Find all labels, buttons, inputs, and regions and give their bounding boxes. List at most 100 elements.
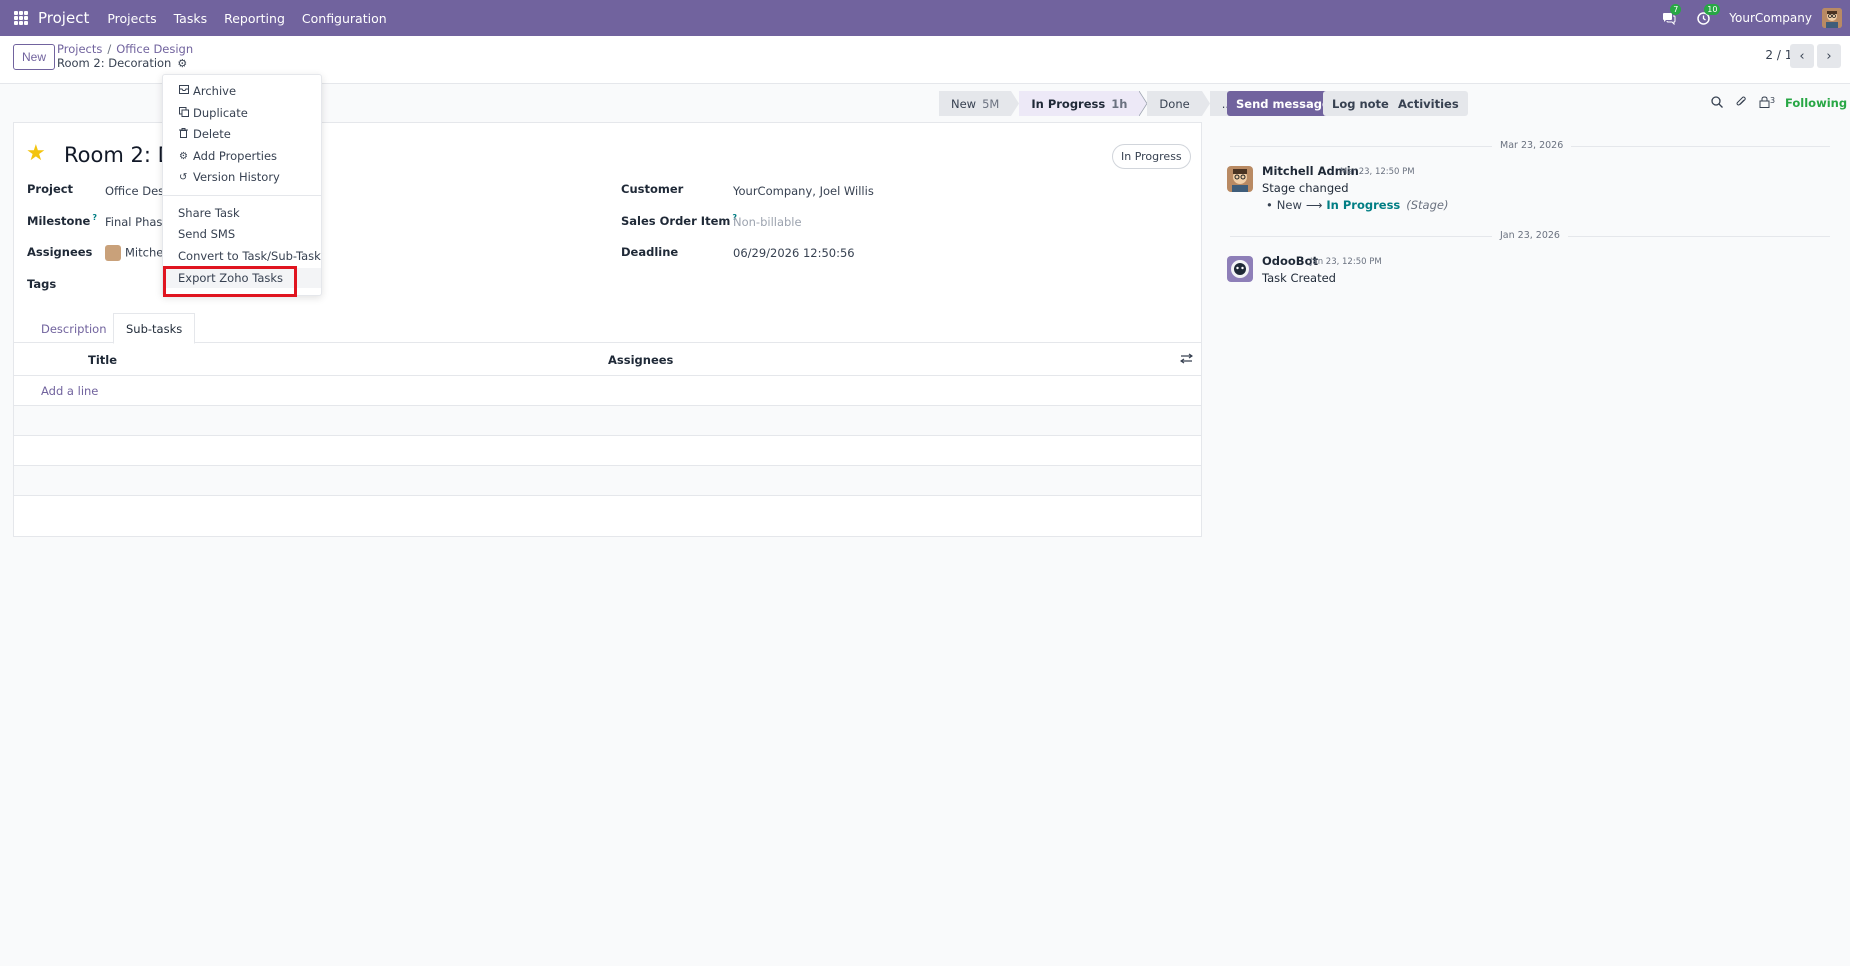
search-icon[interactable] [1711, 96, 1723, 111]
state-badge[interactable]: In Progress [1112, 144, 1191, 169]
message-date: Jan 23, 12:50 PM [1310, 257, 1382, 267]
gears-icon: ⚙ [179, 150, 188, 162]
menu-item-add-properties[interactable]: ⚙ Add Properties [163, 146, 321, 166]
stage-new[interactable]: New 5M [939, 91, 1012, 116]
message-body: Stage changed [1262, 181, 1349, 195]
send-message-button[interactable]: Send message [1227, 91, 1339, 116]
apps-grid-icon[interactable] [14, 11, 28, 25]
menu-item-archive[interactable]: Archive [163, 81, 321, 101]
menu-item-send-sms[interactable]: Send SMS [163, 224, 321, 244]
add-line-link[interactable]: Add a line [41, 384, 98, 398]
trash-icon [179, 127, 193, 141]
table-row [14, 466, 1201, 496]
stage-name: New [951, 96, 977, 111]
bullet: • [1266, 198, 1273, 212]
followers-lock-icon[interactable]: 3 [1759, 96, 1775, 111]
gear-icon[interactable]: ⚙ [177, 57, 187, 70]
menu-projects[interactable]: Projects [107, 11, 156, 26]
followers-count: 3 [1770, 96, 1776, 105]
column-options-icon[interactable] [1179, 353, 1194, 367]
table-row: Add a line [14, 376, 1201, 406]
stage-done[interactable]: Done [1147, 91, 1202, 116]
tracking-value: • New ⟶ In Progress (Stage) [1266, 198, 1448, 212]
highlight-box [163, 266, 297, 297]
record-name: Room 2: Decoration ⚙ [57, 56, 187, 70]
message-date: Mar 23, 12:50 PM [1340, 167, 1415, 177]
messages-icon[interactable]: 7 [1661, 4, 1682, 26]
deadline-label: Deadline [621, 245, 679, 259]
history-icon: ↺ [179, 171, 188, 183]
menu-item-label: Archive [193, 84, 237, 98]
milestone-value[interactable]: Final Phase [105, 215, 170, 229]
column-title[interactable]: Title [88, 353, 117, 367]
new-value: In Progress [1326, 198, 1401, 212]
menu-item-label: Version History [193, 170, 280, 184]
activities-count-badge: 10 [1704, 4, 1721, 15]
assignees-label: Assignees [27, 245, 93, 259]
assignees-value[interactable]: Mitchel [105, 245, 167, 261]
action-menu-dropdown: Archive Duplicate Delete ⚙ Add Propertie… [162, 74, 322, 296]
menu-item-convert-to-task[interactable]: Convert to Task/Sub-Task [163, 246, 321, 266]
column-assignees[interactable]: Assignees [608, 353, 673, 367]
assignee-name: Mitchel [125, 245, 167, 260]
sales-order-item-input[interactable]: Non-billable [733, 215, 802, 229]
arrow-right-icon: ⟶ [1305, 198, 1323, 212]
customer-value[interactable]: YourCompany, Joel Willis [733, 184, 874, 198]
table-row [14, 436, 1201, 466]
table-row [14, 406, 1201, 436]
log-note-button[interactable]: Log note [1323, 91, 1398, 116]
avatar [105, 245, 121, 261]
date-separator: Mar 23, 2026 [1230, 140, 1830, 152]
menu-item-label: Delete [193, 127, 231, 141]
milestone-label-text: Milestone [27, 213, 91, 228]
activities-button[interactable]: Activities [1389, 91, 1468, 116]
avatar[interactable] [1227, 166, 1253, 192]
menu-configuration[interactable]: Configuration [302, 11, 387, 26]
deadline-value[interactable]: 06/29/2026 12:50:56 [733, 246, 855, 260]
app-name[interactable]: Project [38, 9, 89, 27]
user-avatar[interactable] [1822, 8, 1842, 28]
chevron-right-icon[interactable]: › [1817, 44, 1841, 68]
menu-divider [163, 195, 321, 196]
menu-item-label: Add Properties [193, 149, 278, 163]
date-separator-label: Jan 23, 2026 [1492, 230, 1568, 241]
paperclip-icon[interactable] [1735, 96, 1747, 111]
menu-item-delete[interactable]: Delete [163, 124, 321, 144]
help-icon[interactable]: ? [92, 213, 97, 222]
activities-clock-icon[interactable]: 10 [1695, 4, 1721, 26]
stage-time: 1h [1111, 96, 1128, 111]
company-switcher[interactable]: YourCompany [1729, 11, 1812, 25]
message-body: Task Created [1262, 271, 1336, 285]
breadcrumb-office-design[interactable]: Office Design [116, 42, 193, 56]
menu-item-duplicate[interactable]: Duplicate [163, 103, 321, 123]
breadcrumb-separator: / [107, 42, 112, 56]
date-separator: Jan 23, 2026 [1230, 230, 1830, 242]
tab-sub-tasks[interactable]: Sub-tasks [113, 313, 196, 344]
star-icon[interactable]: ★ [26, 141, 46, 166]
avatar[interactable] [1227, 256, 1253, 282]
stage-in-progress[interactable]: In Progress 1h [1019, 91, 1140, 116]
new-record-button[interactable]: New [13, 44, 56, 70]
stage-arrow-icon [1139, 91, 1148, 116]
menu-item-version-history[interactable]: ↺ Version History [163, 167, 321, 187]
menu-reporting[interactable]: Reporting [224, 11, 285, 26]
stage-arrow-icon [1011, 91, 1020, 116]
menu-tasks[interactable]: Tasks [174, 11, 208, 26]
customer-label: Customer [621, 182, 684, 196]
notebook-tabs: Description Sub-tasks [14, 313, 1201, 344]
tags-label: Tags [27, 277, 57, 291]
stage-name: In Progress [1031, 96, 1106, 111]
tab-description[interactable]: Description [29, 313, 119, 344]
stage-name: Done [1159, 96, 1190, 111]
following-button[interactable]: Following [1785, 96, 1847, 110]
sales-order-item-label-text: Sales Order Item [621, 213, 731, 228]
field-name: (Stage) [1406, 198, 1449, 212]
project-value[interactable]: Office Desi [105, 184, 167, 198]
task-title[interactable]: Room 2: D [64, 143, 174, 167]
archive-icon [179, 85, 193, 97]
chevron-left-icon[interactable]: ‹ [1790, 44, 1814, 68]
stage-arrow-icon [1201, 91, 1210, 116]
menu-item-share-task[interactable]: Share Task [163, 203, 321, 223]
date-separator-label: Mar 23, 2026 [1492, 140, 1572, 151]
breadcrumb-projects[interactable]: Projects [57, 42, 102, 56]
